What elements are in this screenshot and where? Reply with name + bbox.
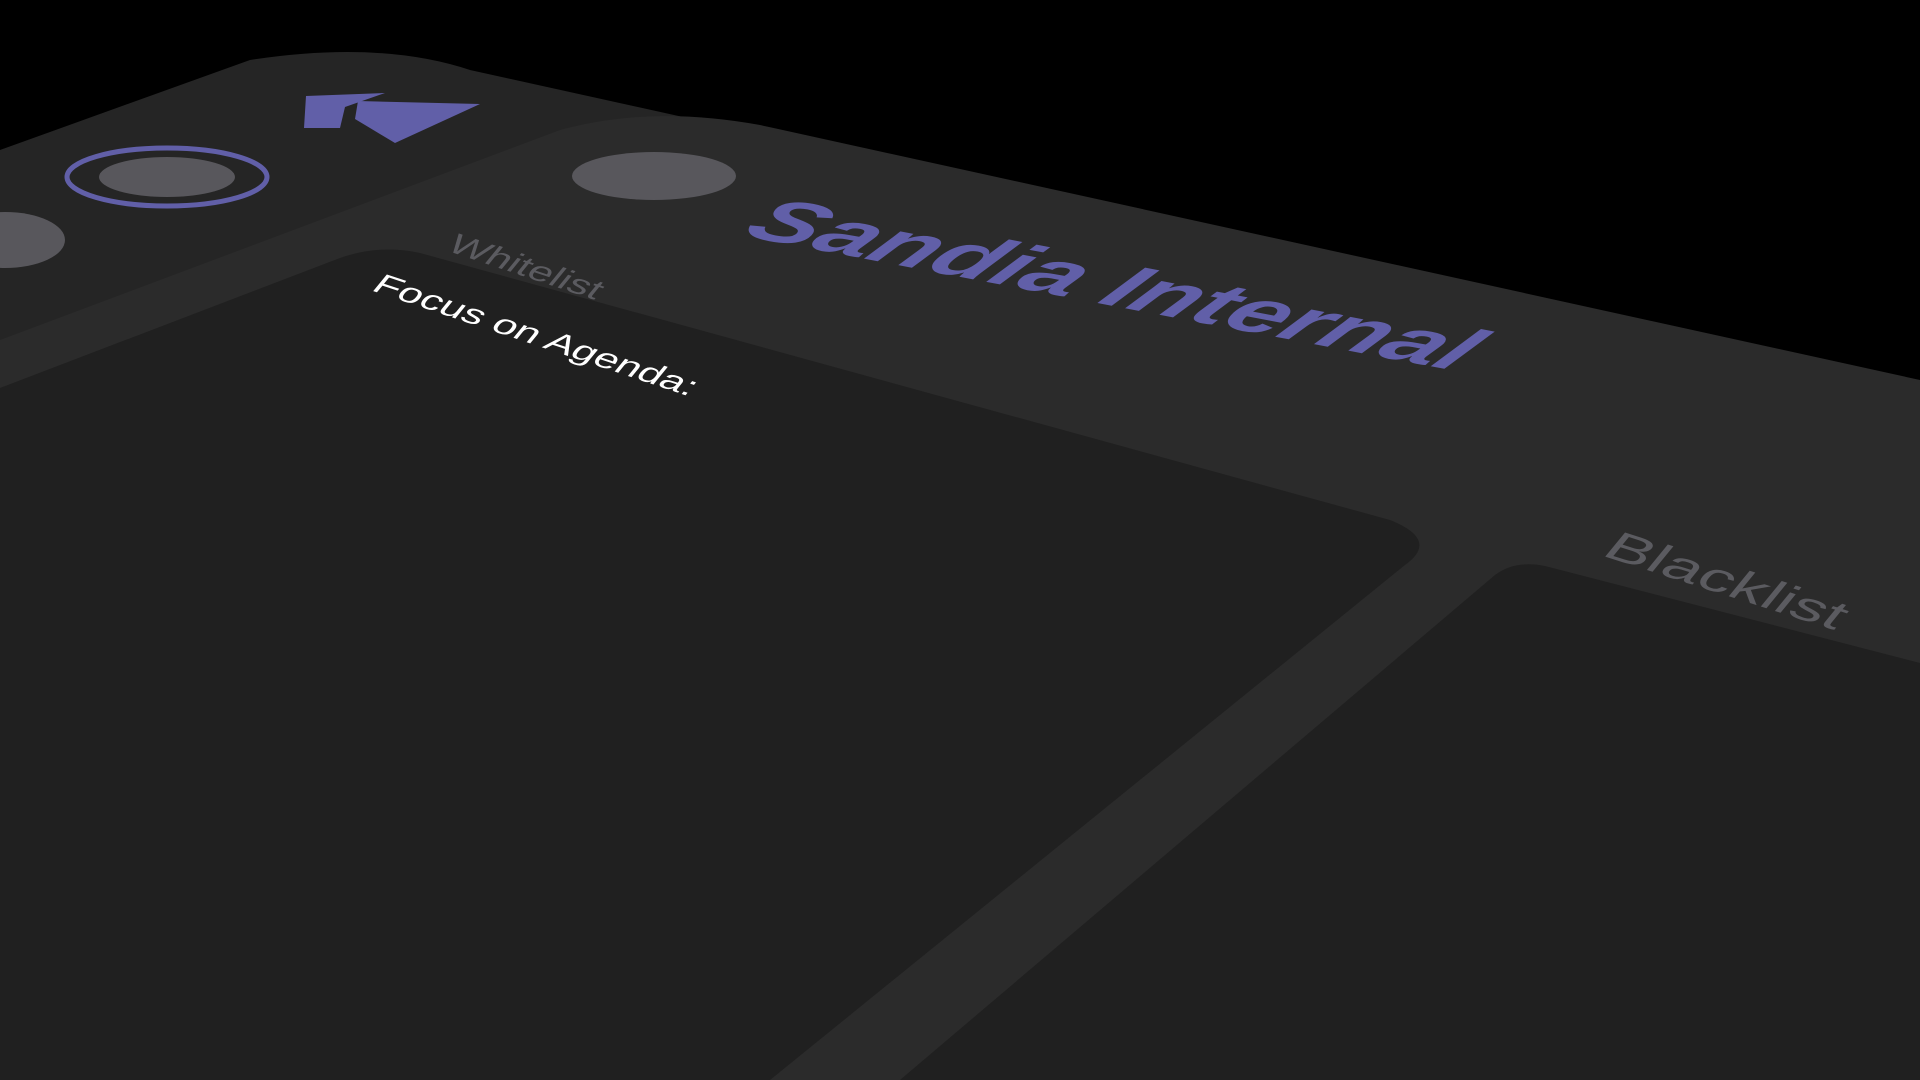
status-dot-icon [572, 152, 736, 200]
app-window-canvas: Sandia Internal Whitelist Focus on Agend… [0, 52, 1920, 1080]
app-window: Sandia Internal Whitelist Focus on Agend… [0, 0, 1920, 1080]
